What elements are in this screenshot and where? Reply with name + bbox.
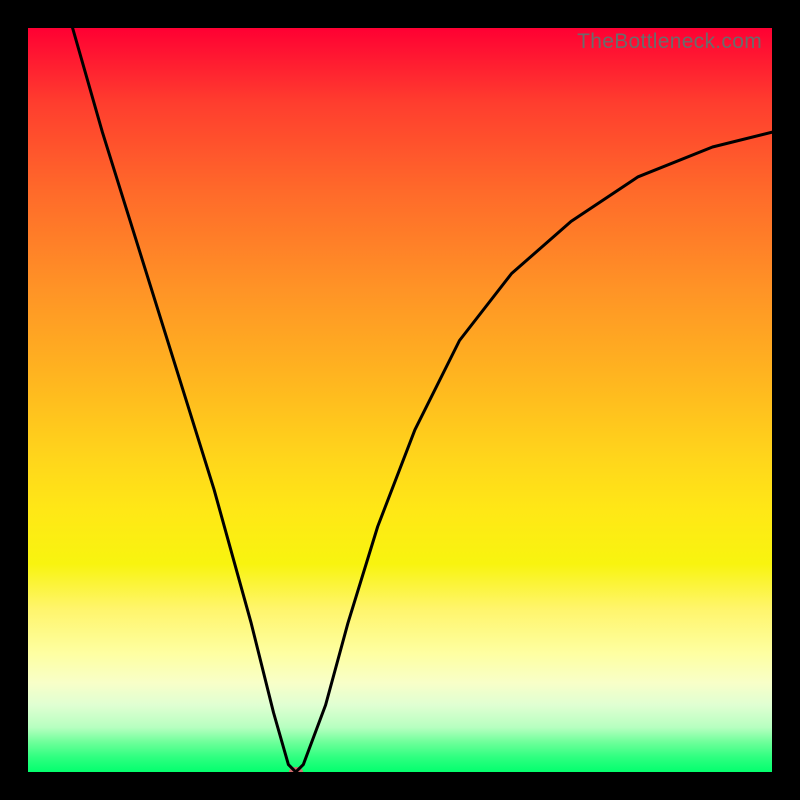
watermark-text: TheBottleneck.com	[577, 30, 762, 54]
bottleneck-curve	[73, 28, 772, 772]
chart-frame: TheBottleneck.com	[0, 0, 800, 800]
curve-svg	[28, 28, 772, 772]
plot-area: TheBottleneck.com	[28, 28, 772, 772]
